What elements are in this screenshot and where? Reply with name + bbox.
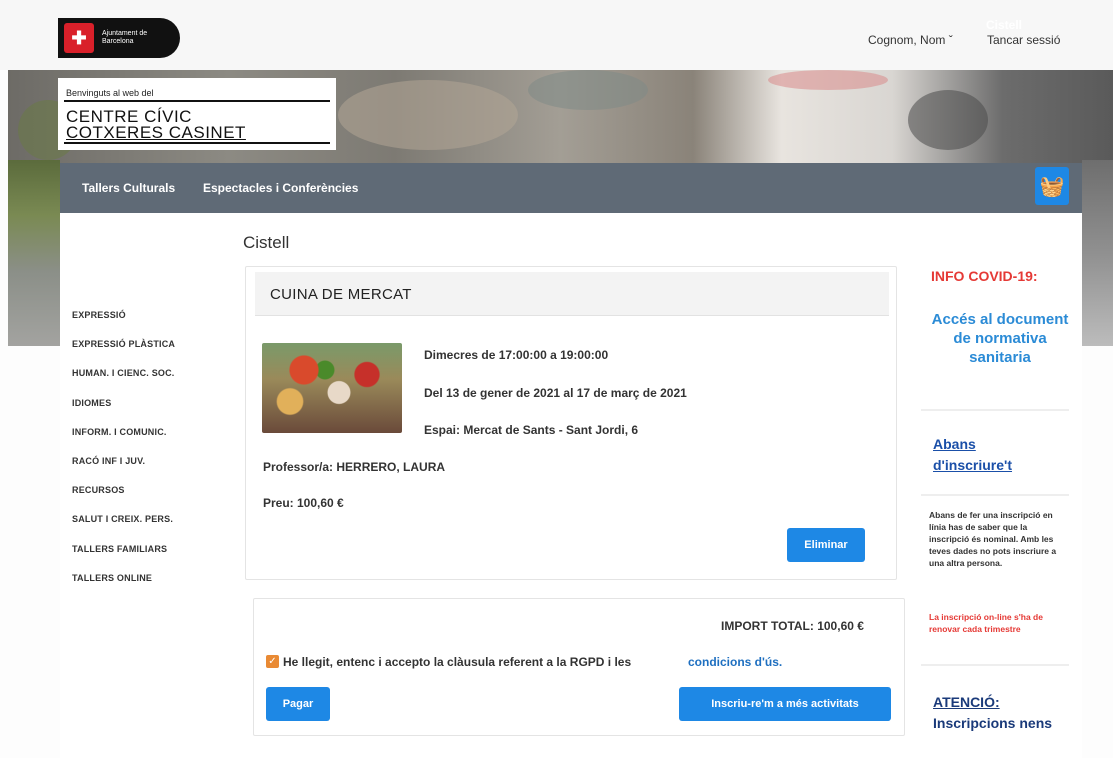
sidebar-item-inform-comunic[interactable]: INFORM. I COMUNIC. xyxy=(72,427,167,437)
user-menu-dropdown[interactable]: Cognom, Nom ˇ xyxy=(868,33,953,47)
sidebar-item-expressio-plastica[interactable]: EXPRESSIÓ PLÀSTICA xyxy=(72,339,175,349)
logout-link[interactable]: Tancar sessió xyxy=(987,33,1060,47)
attention-subtitle: Inscripcions nens xyxy=(933,715,1053,731)
attention-heading[interactable]: ATENCIÓ: Inscripcions nens xyxy=(933,692,1053,734)
sidebar-item-tallers-online[interactable]: TALLERS ONLINE xyxy=(72,573,152,583)
nav-tallers-culturals[interactable]: Tallers Culturals xyxy=(82,181,175,195)
sidebar-item-raco-inf-juv[interactable]: RACÓ INF I JUV. xyxy=(72,456,145,466)
before-enrolling-heading[interactable]: Abans d'inscriure't xyxy=(933,434,1053,476)
accept-text: He llegit, entenc i accepto la clàusula … xyxy=(283,655,632,669)
page: ✚ Ajuntament de Barcelona Cognom, Nom ˇ … xyxy=(0,0,1113,758)
sidebar-item-recursos[interactable]: RECURSOS xyxy=(72,485,125,495)
basket-icon[interactable]: 🧺 xyxy=(1035,167,1069,205)
right-background-photo xyxy=(1082,160,1113,346)
sidebar-item-idiomes[interactable]: IDIOMES xyxy=(72,398,111,408)
centre-name-line2: COTXERES CASINET xyxy=(66,123,246,142)
total-amount: IMPORT TOTAL: 100,60 € xyxy=(721,619,864,633)
welcome-text: Benvinguts al web del xyxy=(66,88,154,98)
enroll-more-button[interactable]: Inscriu-re'm a més activitats xyxy=(679,687,891,721)
attention-label: ATENCIÓ: xyxy=(933,694,1000,710)
course-schedule: Dimecres de 17:00:00 a 19:00:00 xyxy=(424,348,609,362)
course-image xyxy=(262,343,402,433)
right-divider xyxy=(921,664,1069,666)
course-title: CUINA DE MERCAT xyxy=(270,286,412,303)
logo-text-line2: Barcelona xyxy=(102,38,134,45)
barcelona-shield-icon: ✚ xyxy=(64,23,94,53)
main-nav: Tallers Culturals Espectacles i Conferèn… xyxy=(60,163,1082,213)
terms-link[interactable]: condicions d'ús. xyxy=(688,655,782,669)
page-title: Cistell xyxy=(243,233,290,252)
remove-button[interactable]: Eliminar xyxy=(787,528,865,562)
nav-espectacles-conferencies[interactable]: Espectacles i Conferències xyxy=(203,181,358,195)
ajuntament-logo[interactable]: ✚ Ajuntament de Barcelona xyxy=(58,18,180,58)
sidebar-item-expressio[interactable]: EXPRESSIÓ xyxy=(72,310,126,320)
sidebar-item-salut-creix-pers[interactable]: SALUT I CREIX. PERS. xyxy=(72,514,173,524)
before-enrolling-text: Abans de fer una inscripció en línia has… xyxy=(929,510,1057,568)
covid-document-link[interactable]: Accés al document de normativa sanitaria xyxy=(930,310,1070,367)
course-dates: Del 13 de gener de 2021 al 17 de març de… xyxy=(424,386,687,400)
course-teacher: Professor/a: HERRERO, LAURA xyxy=(263,460,446,474)
course-place: Espai: Mercat de Sants - Sant Jordi, 6 xyxy=(424,423,639,437)
sidebar-item-human-cienc-soc[interactable]: HUMAN. I CIENC. SOC. xyxy=(72,368,175,378)
covid-info-title: INFO COVID-19: xyxy=(931,268,1038,284)
centre-title-box[interactable]: Benvinguts al web del CENTRE CÍVIC COTXE… xyxy=(58,78,336,150)
top-bar: ✚ Ajuntament de Barcelona Cognom, Nom ˇ … xyxy=(0,0,1113,70)
title-rule-bottom xyxy=(64,142,330,144)
right-divider xyxy=(921,494,1069,496)
logo-text-line1: Ajuntament de xyxy=(102,30,148,37)
course-price: Preu: 100,60 € xyxy=(263,496,344,510)
left-background-photo xyxy=(8,160,60,346)
cart-link[interactable]: Cistell xyxy=(986,18,1022,32)
title-rule-top xyxy=(64,100,330,102)
logo-text: Ajuntament de Barcelona xyxy=(102,30,147,46)
pay-button[interactable]: Pagar xyxy=(266,687,330,721)
right-divider xyxy=(921,409,1069,411)
accept-checkbox[interactable]: ✓ xyxy=(266,655,279,668)
renewal-warning: La inscripció on-line s'ha de renovar ca… xyxy=(929,612,1043,634)
sidebar-item-tallers-familiars[interactable]: TALLERS FAMILIARS xyxy=(72,544,167,554)
